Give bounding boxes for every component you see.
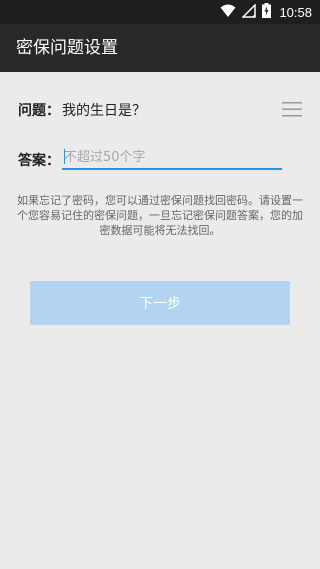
question-text: 我的生日是？ <box>62 103 146 119</box>
hint-text: 如果忘记了密码，您可以通过密保问题找回密码。请设置一个您容易记住的密保问题，一旦… <box>17 194 303 237</box>
answer-label: 答案： <box>18 153 60 169</box>
answer-row: 答案： <box>18 146 282 172</box>
signal-icon <box>241 2 257 22</box>
question-label: 问题： <box>18 103 60 119</box>
battery-charging-icon <box>262 2 272 22</box>
status-icons: 10:58 <box>220 0 312 24</box>
question-row: 问题： 我的生日是？ <box>18 96 302 124</box>
menu-icon[interactable] <box>282 100 302 118</box>
status-bar: 10:58 <box>0 0 320 24</box>
answer-input[interactable] <box>62 146 282 170</box>
next-step-button[interactable]: 下一步 <box>30 281 290 325</box>
wifi-icon <box>220 3 236 22</box>
page-title: 密保问题设置 <box>16 38 118 58</box>
status-time: 10:58 <box>279 4 312 20</box>
text-cursor <box>64 149 65 164</box>
app-bar: 密保问题设置 <box>0 24 320 72</box>
